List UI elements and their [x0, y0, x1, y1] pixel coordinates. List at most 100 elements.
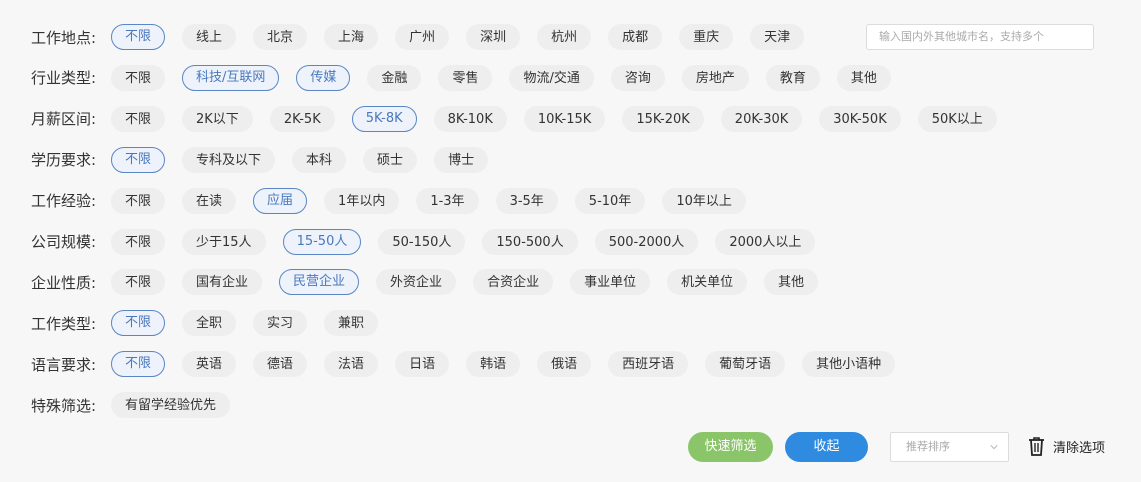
filter-option-chip[interactable]: 兼职 — [324, 310, 379, 337]
filter-option-chip[interactable]: 天津 — [750, 24, 805, 50]
filter-option-chip[interactable]: 上海 — [324, 24, 379, 50]
filter-option-chip[interactable]: 20K-30K — [720, 105, 803, 132]
filter-option-chip[interactable]: 15K-20K — [622, 105, 704, 132]
filter-option-chip[interactable]: 不限 — [111, 310, 166, 337]
filter-option-chip[interactable]: 不限 — [111, 351, 166, 378]
filter-row: 工作地点: 不限 线上 北京 上海 广州 深圳 杭州 成都 重庆 天津 — [31, 22, 821, 52]
filter-option-chip[interactable]: 传媒 — [296, 64, 351, 91]
filter-option-chip[interactable]: 日语 — [395, 351, 450, 378]
filter-option-chip[interactable]: 不限 — [111, 105, 166, 132]
trash-icon — [1029, 437, 1044, 456]
filter-row-label: 工作地点: — [31, 28, 97, 47]
filter-options: 不限 少于15人 15-50人 50-150人 150-500人 500-2000人 200… — [111, 228, 832, 255]
filter-row-label: 公司规模: — [31, 233, 97, 251]
filter-option-chip[interactable]: 机关单位 — [667, 269, 748, 296]
filter-row-label: 特殊筛选: — [31, 396, 97, 415]
filter-options: 不限 2K以下 2K-5K 5K-8K 8K-10K 10K-15K 15K-20K 20K-… — [111, 105, 1014, 132]
filter-option-chip[interactable]: 线上 — [182, 24, 237, 50]
filter-option-chip[interactable]: 150-500人 — [482, 228, 578, 255]
filter-row: 工作类型: 不限 全职 实习 兼职 — [31, 308, 395, 338]
filter-option-chip[interactable]: 不限 — [111, 269, 166, 296]
filter-option-chip[interactable]: 教育 — [765, 64, 820, 91]
filter-option-chip[interactable]: 深圳 — [466, 24, 521, 50]
filter-option-chip[interactable]: 其他小语种 — [802, 351, 896, 378]
filter-option-chip[interactable]: 物流/交通 — [509, 64, 594, 91]
filter-option-chip[interactable]: 德语 — [253, 351, 308, 378]
filter-options: 不限 国有企业 民营企业 外资企业 合资企业 事业单位 机关单位 其他 — [111, 269, 835, 296]
filter-option-chip[interactable]: 法语 — [324, 351, 379, 378]
filter-row: 学历要求: 不限 专科及以下 本科 硕士 博士 — [31, 145, 505, 175]
quick-filter-button[interactable]: 快速筛选 — [688, 432, 773, 462]
filter-option-chip[interactable]: 西班牙语 — [608, 351, 689, 378]
filter-row: 公司规模: 不限 少于15人 15-50人 50-150人 150-500人 500-200… — [31, 227, 832, 257]
filter-option-chip[interactable]: 3-5年 — [495, 187, 558, 214]
filter-option-chip[interactable]: 30K-50K — [819, 105, 901, 132]
filter-option-chip[interactable]: 合资企业 — [473, 269, 554, 296]
filter-option-chip[interactable]: 不限 — [111, 187, 166, 214]
filter-option-chip[interactable]: 硕士 — [363, 146, 418, 173]
filter-option-chip[interactable]: 成都 — [608, 24, 663, 50]
filter-option-chip[interactable]: 科技/互联网 — [182, 64, 280, 91]
filter-option-chip[interactable]: 1-3年 — [416, 187, 479, 214]
filter-option-chip[interactable]: 10年以上 — [662, 187, 746, 214]
filter-row-label: 语言要求: — [31, 355, 97, 374]
filter-row-label: 学历要求: — [31, 151, 97, 170]
filter-option-chip[interactable]: 咨询 — [610, 64, 665, 91]
filter-option-chip[interactable]: 专科及以下 — [182, 146, 276, 173]
filter-option-chip[interactable]: 韩语 — [466, 351, 521, 378]
filter-option-chip[interactable]: 其他 — [764, 269, 819, 296]
filter-option-chip[interactable]: 北京 — [253, 24, 308, 50]
sort-select[interactable]: 推荐排序 — [890, 432, 1009, 462]
clear-options-button[interactable]: 清除选项 — [1028, 434, 1105, 458]
filter-options: 不限 专科及以下 本科 硕士 博士 — [111, 146, 505, 173]
filter-option-chip[interactable]: 应届 — [253, 187, 308, 214]
filter-option-chip[interactable]: 2K-5K — [269, 105, 335, 132]
filter-option-chip[interactable]: 50K以上 — [917, 105, 997, 132]
filter-option-chip[interactable]: 10K-15K — [523, 105, 606, 132]
filter-option-chip[interactable]: 在读 — [182, 187, 237, 214]
filter-option-chip[interactable]: 房地产 — [681, 64, 749, 91]
clear-options-label: 清除选项 — [1053, 440, 1106, 456]
filter-option-chip[interactable]: 1年以内 — [324, 187, 400, 214]
filter-option-chip[interactable]: 葡萄牙语 — [705, 351, 786, 378]
filter-row: 工作经验: 不限 在读 应届 1年以内 1-3年 3-5年 5-10年 10年以上 — [31, 186, 763, 216]
filter-option-chip[interactable]: 5K-8K — [351, 105, 417, 132]
filter-option-chip[interactable]: 15-50人 — [282, 228, 362, 255]
filter-option-chip[interactable]: 事业单位 — [570, 269, 651, 296]
filter-option-chip[interactable]: 不限 — [111, 64, 166, 91]
filter-option-chip[interactable]: 其他 — [836, 64, 891, 91]
filter-option-chip[interactable]: 2000人以上 — [715, 228, 816, 255]
filter-option-chip[interactable]: 5-10年 — [574, 187, 646, 214]
filter-option-chip[interactable]: 50-150人 — [378, 228, 466, 255]
filter-option-chip[interactable]: 500-2000人 — [594, 228, 699, 255]
filter-option-chip[interactable]: 不限 — [111, 146, 166, 173]
filter-option-chip[interactable]: 国有企业 — [182, 269, 263, 296]
filter-option-chip[interactable]: 有留学经验优先 — [111, 392, 231, 419]
filter-option-chip[interactable]: 8K-10K — [433, 105, 507, 132]
filter-option-chip[interactable]: 实习 — [253, 310, 308, 337]
filter-option-chip[interactable]: 不限 — [111, 228, 166, 255]
filter-option-chip[interactable]: 英语 — [182, 351, 237, 378]
filter-row: 行业类型: 不限 科技/互联网 传媒 金融 零售 物流/交通 咨询 房地产 教育 其他 — [31, 63, 908, 93]
filter-row-label: 工作类型: — [31, 314, 97, 333]
filter-option-chip[interactable]: 本科 — [292, 146, 347, 173]
filter-option-chip[interactable]: 外资企业 — [376, 269, 457, 296]
filter-options: 不限 全职 实习 兼职 — [111, 310, 395, 337]
filter-option-chip[interactable]: 杭州 — [537, 24, 592, 50]
filter-option-chip[interactable]: 民营企业 — [279, 269, 360, 296]
filter-option-chip[interactable]: 重庆 — [679, 24, 734, 50]
filter-option-chip[interactable]: 2K以下 — [182, 105, 253, 132]
filter-option-chip[interactable]: 俄语 — [537, 351, 592, 378]
filter-option-chip[interactable]: 不限 — [111, 24, 166, 50]
filter-option-chip[interactable]: 广州 — [395, 24, 450, 50]
collapse-button[interactable]: 收起 — [785, 432, 868, 462]
filter-row: 特殊筛选: 有留学经验优先 — [31, 390, 247, 420]
filter-option-chip[interactable]: 零售 — [438, 64, 493, 91]
filter-option-chip[interactable]: 博士 — [434, 146, 489, 173]
filter-options: 不限 英语 德语 法语 日语 韩语 俄语 西班牙语 葡萄牙语 其他小语种 — [111, 351, 912, 378]
filter-option-chip[interactable]: 少于15人 — [182, 228, 266, 255]
city-search-input[interactable] — [866, 24, 1094, 50]
filter-option-chip[interactable]: 金融 — [367, 64, 422, 91]
filter-options: 不限 在读 应届 1年以内 1-3年 3-5年 5-10年 10年以上 — [111, 187, 763, 214]
filter-option-chip[interactable]: 全职 — [182, 310, 237, 337]
